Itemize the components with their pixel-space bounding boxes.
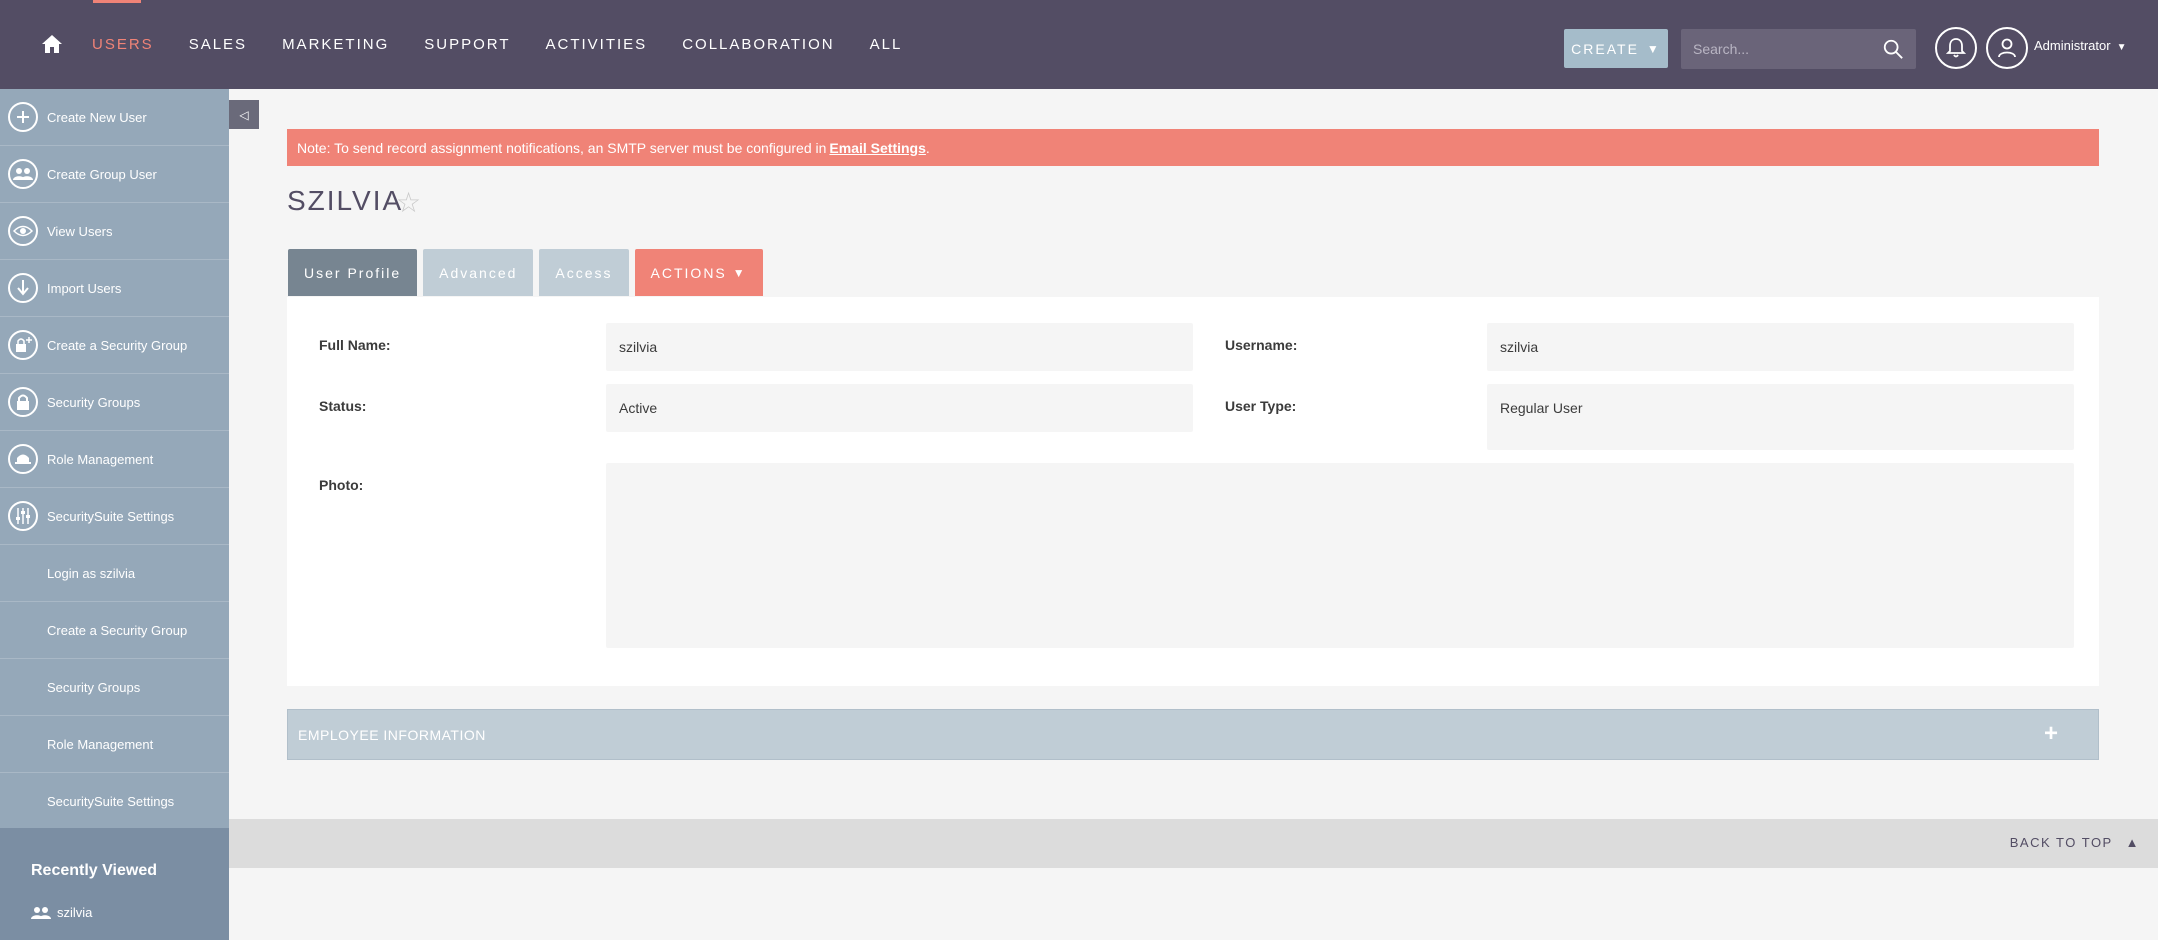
sidebar-item-create-security-group-2[interactable]: Create a Security Group — [0, 602, 229, 659]
username-value: szilvia — [1487, 323, 2074, 371]
tab-user-profile[interactable]: User Profile — [288, 249, 418, 296]
user-profile-panel: Full Name: szilvia Username: szilvia Sta… — [287, 297, 2099, 686]
actions-label: ACTIONS — [650, 264, 727, 281]
sidebar-collapse-button[interactable]: ◁ — [229, 100, 259, 129]
status-label: Status: — [319, 398, 367, 414]
chevron-down-icon: ▼ — [1646, 41, 1661, 56]
sidebar-item-create-group-user[interactable]: Create Group User — [0, 146, 229, 203]
alert-suffix: . — [925, 139, 930, 156]
notifications-button[interactable] — [1935, 27, 1977, 69]
employee-information-label: EMPLOYEE INFORMATION — [298, 727, 486, 743]
username-label: Username: — [1225, 337, 1298, 353]
sidebar-item-label: Create Group User — [47, 166, 157, 182]
recent-item-label: szilvia — [57, 905, 93, 920]
user-icon — [1998, 38, 2016, 58]
smtp-alert: Note: To send record assignment notifica… — [287, 129, 2099, 166]
lock-plus-icon — [8, 330, 38, 360]
expand-plus-icon[interactable]: + — [2044, 720, 2058, 748]
sidebar-item-create-new-user[interactable]: Create New User — [0, 89, 229, 146]
sidebar-item-login-as[interactable]: Login as szilvia — [0, 545, 229, 602]
footer: BACK TO TOP ▲ — [229, 819, 2158, 868]
record-tabs: User Profile Advanced Access ACTIONS ▼ — [288, 249, 769, 296]
photo-area — [606, 463, 2074, 648]
star-icon[interactable]: ☆ — [396, 186, 421, 219]
search-input[interactable] — [1693, 29, 1873, 69]
sidebar-item-label: View Users — [47, 223, 113, 239]
photo-label: Photo: — [319, 477, 364, 493]
sidebar-item-label: Login as szilvia — [47, 565, 136, 581]
search-box — [1681, 29, 1916, 69]
nav-users[interactable]: USERS — [92, 36, 154, 53]
main-nav: USERS SALES MARKETING SUPPORT ACTIVITIES… — [92, 0, 937, 89]
sidebar-item-import-users[interactable]: Import Users — [0, 260, 229, 317]
sidebar-item-view-users[interactable]: View Users — [0, 203, 229, 260]
status-value: Active — [606, 384, 1193, 432]
collapse-left-icon: ◁ — [239, 107, 249, 122]
alert-text: Note: To send record assignment notifica… — [297, 139, 827, 156]
sidebar-item-security-groups-2[interactable]: Security Groups — [0, 659, 229, 716]
tab-advanced[interactable]: Advanced — [423, 249, 534, 296]
nav-collaboration[interactable]: COLLABORATION — [682, 36, 834, 53]
sidebar-item-label: Security Groups — [47, 394, 141, 410]
arrow-up-icon: ▲ — [2125, 835, 2140, 850]
sidebar-item-securitysuite-settings[interactable]: SecuritySuite Settings — [0, 488, 229, 545]
email-settings-link[interactable]: Email Settings — [829, 140, 925, 156]
sidebar-actions: Create New User Create Group User View U… — [0, 89, 229, 830]
nav-sales[interactable]: SALES — [189, 36, 247, 53]
group-icon — [8, 159, 38, 189]
lock-icon — [8, 387, 38, 417]
sidebar-item-role-management-2[interactable]: Role Management — [0, 716, 229, 773]
full-name-value: szilvia — [606, 323, 1193, 371]
nav-support[interactable]: SUPPORT — [424, 36, 510, 53]
sidebar-item-create-security-group[interactable]: Create a Security Group — [0, 317, 229, 374]
sidebar-item-label: Role Management — [47, 451, 154, 467]
sliders-icon — [8, 501, 38, 531]
recently-viewed: Recently Viewed szilvia — [0, 828, 229, 940]
nav-marketing[interactable]: MARKETING — [282, 36, 389, 53]
user-avatar-button[interactable] — [1986, 27, 2028, 69]
user-menu-label: Administrator — [2034, 38, 2111, 53]
full-name-label: Full Name: — [319, 337, 391, 353]
page-title: SZILVIA — [287, 185, 404, 216]
users-icon — [31, 906, 51, 919]
sidebar: Create New User Create Group User View U… — [0, 89, 229, 940]
tab-actions[interactable]: ACTIONS ▼ — [634, 249, 763, 296]
user-type-value: Regular User — [1487, 384, 2074, 450]
chevron-down-icon: ▼ — [732, 265, 747, 280]
back-to-top-link[interactable]: BACK TO TOP ▲ — [2010, 835, 2140, 850]
recently-viewed-title: Recently Viewed — [31, 862, 157, 879]
hat-icon — [8, 444, 38, 474]
sidebar-item-label: SecuritySuite Settings — [47, 793, 175, 809]
employee-information-panel[interactable]: EMPLOYEE INFORMATION + — [287, 709, 2099, 760]
sidebar-item-label: Create New User — [47, 109, 147, 125]
recent-item[interactable]: szilvia — [31, 905, 92, 920]
search-icon[interactable] — [1882, 38, 1904, 60]
create-button[interactable]: CREATE ▼ — [1564, 29, 1668, 68]
sidebar-item-securitysuite-settings-2[interactable]: SecuritySuite Settings — [0, 773, 229, 830]
sidebar-item-role-management[interactable]: Role Management — [0, 431, 229, 488]
sidebar-item-label: Import Users — [47, 280, 122, 296]
tab-access[interactable]: Access — [539, 249, 629, 296]
sidebar-item-label: Role Management — [47, 736, 154, 752]
plus-icon — [8, 102, 38, 132]
chevron-down-icon: ▼ — [2116, 42, 2127, 53]
user-type-label: User Type: — [1225, 398, 1297, 414]
top-navbar: USERS SALES MARKETING SUPPORT ACTIVITIES… — [0, 0, 2158, 89]
eye-icon — [8, 216, 38, 246]
nav-activities[interactable]: ACTIVITIES — [546, 36, 648, 53]
back-to-top-label: BACK TO TOP — [2009, 835, 2113, 850]
nav-all[interactable]: ALL — [870, 36, 903, 53]
sidebar-item-label: Create a Security Group — [47, 337, 188, 353]
sidebar-item-label: Create a Security Group — [47, 622, 188, 638]
download-icon — [8, 273, 38, 303]
bell-icon — [1946, 38, 1966, 58]
sidebar-item-label: Security Groups — [47, 679, 141, 695]
sidebar-item-label: SecuritySuite Settings — [47, 508, 175, 524]
create-label: CREATE — [1571, 40, 1639, 57]
sidebar-item-security-groups[interactable]: Security Groups — [0, 374, 229, 431]
user-menu[interactable]: Administrator ▼ — [2034, 38, 2126, 53]
home-icon[interactable] — [40, 32, 64, 56]
